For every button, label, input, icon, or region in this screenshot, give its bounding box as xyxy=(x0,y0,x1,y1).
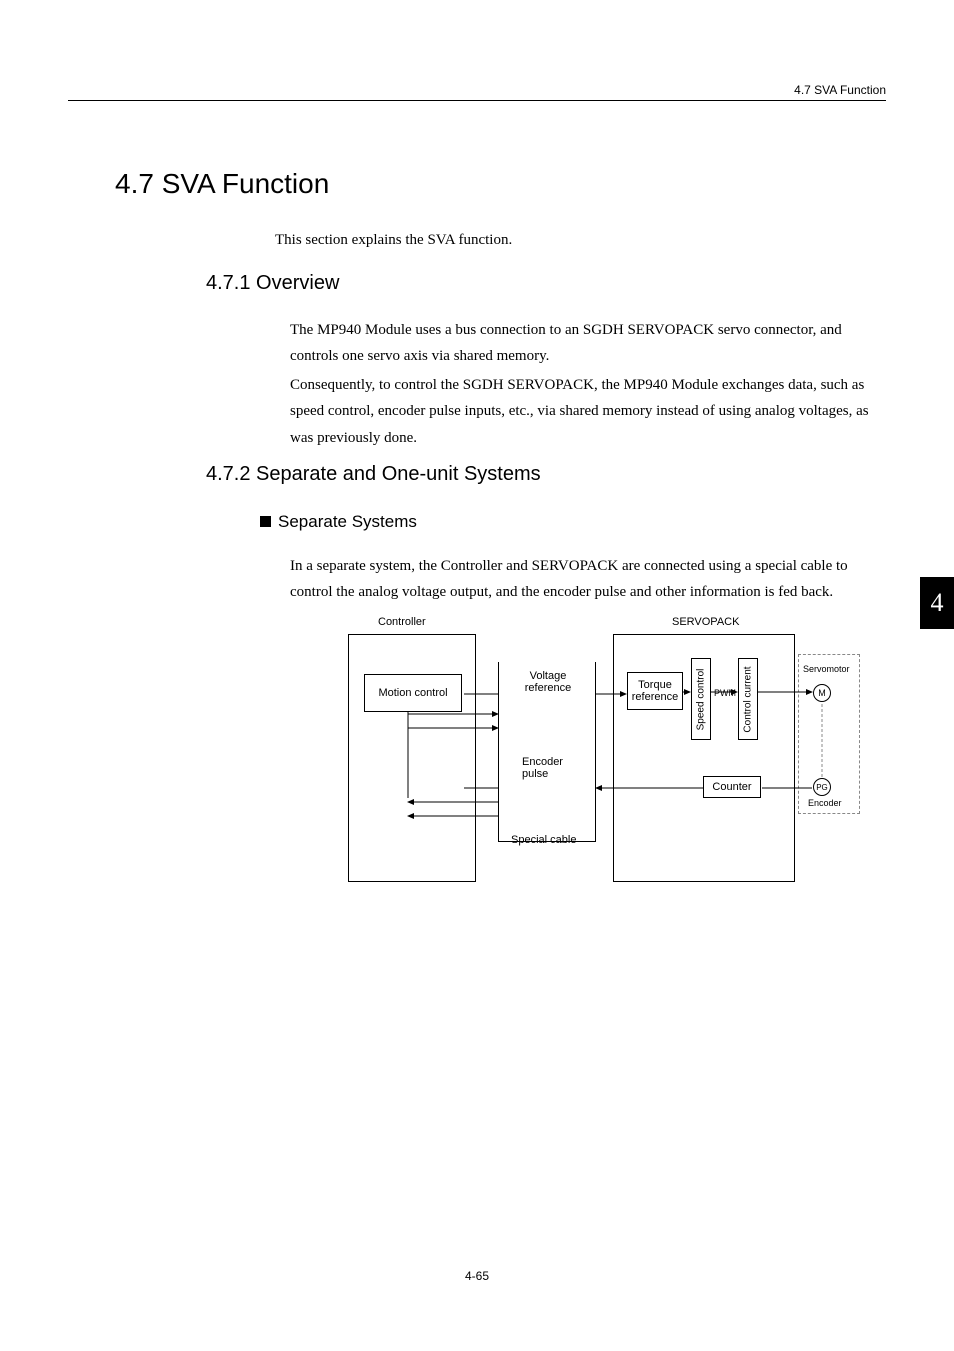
overview-paragraph-2: Consequently, to control the SGDH SERVOP… xyxy=(290,372,870,451)
separate-systems-heading: Separate Systems xyxy=(278,512,417,532)
subsection-overview-title: 4.7.1 Overview xyxy=(206,272,339,295)
subsection-systems-title: 4.7.2 Separate and One-unit Systems xyxy=(206,463,541,486)
page-number: 4-65 xyxy=(0,1269,954,1283)
diagram-arrows xyxy=(336,612,866,892)
header-breadcrumb: 4.7 SVA Function xyxy=(794,83,886,97)
section-title: 4.7 SVA Function xyxy=(115,168,329,200)
separate-systems-paragraph: In a separate system, the Controller and… xyxy=(290,553,870,606)
square-bullet-icon xyxy=(260,516,271,527)
header-rule xyxy=(68,100,886,101)
section-intro: This section explains the SVA function. xyxy=(275,232,512,249)
separate-system-diagram: Controller SERVOPACK Motion control Torq… xyxy=(336,612,866,892)
overview-paragraph-1: The MP940 Module uses a bus connection t… xyxy=(290,317,870,370)
chapter-tab: 4 xyxy=(920,577,954,629)
